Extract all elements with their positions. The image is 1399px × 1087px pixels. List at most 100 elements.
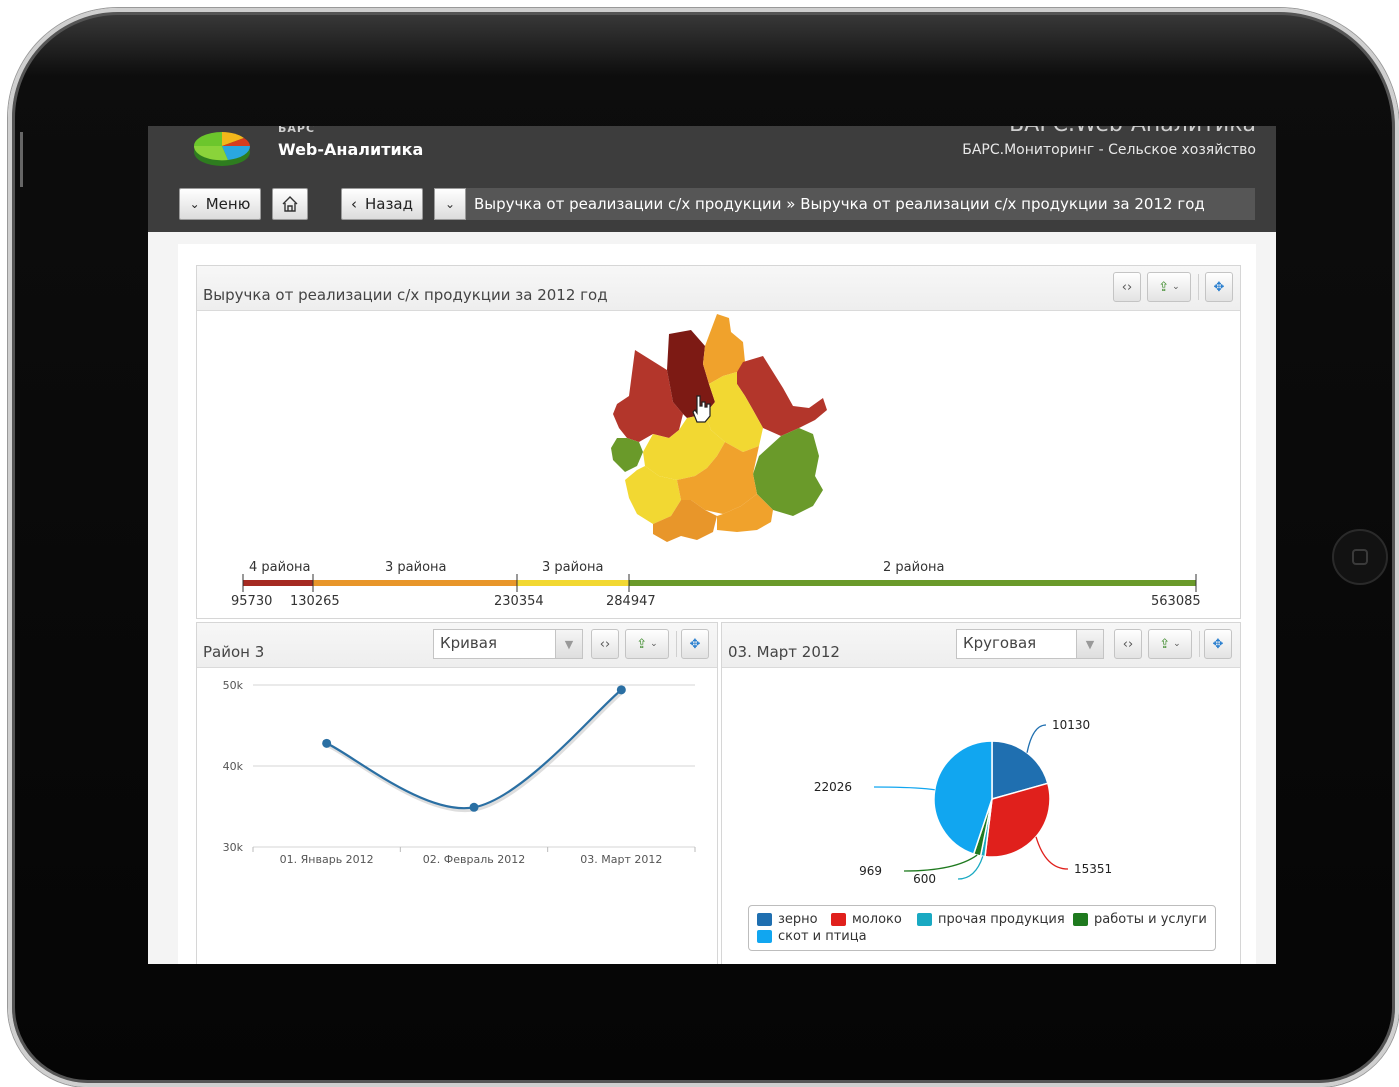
menu-button-label: Меню: [205, 195, 251, 213]
code-brackets-icon: ‹›: [599, 636, 611, 652]
map-panel-title: Выручка от реализации с/х продукции за 2…: [203, 286, 608, 304]
pie-leader-line: [1026, 724, 1047, 753]
app-title: БАРС.Web-Аналитика: [1009, 126, 1256, 137]
brand-name: Web-Аналитика: [278, 140, 424, 159]
move-arrows-icon: ✥: [1212, 636, 1224, 652]
pie-data-label: 600: [913, 872, 936, 886]
map-panel: Выручка от реализации с/х продукции за 2…: [196, 265, 1241, 619]
scale-segment: [517, 580, 629, 586]
dashboard-content: Выручка от реализации с/х продукции за 2…: [178, 244, 1256, 964]
pie-chart: 10130 15351 600 969 22026: [814, 718, 1112, 886]
export-icon: ⇪: [1158, 279, 1170, 295]
legend-swatch: [917, 913, 932, 926]
pie-data-label: 969: [859, 864, 882, 878]
breadcrumb-text[interactable]: Выручка от реализации с/х продукции » Вы…: [474, 195, 1205, 213]
scale-break-label: 130265: [290, 594, 340, 609]
scale-break-label: 563085: [1151, 594, 1201, 609]
export-button[interactable]: ⇪ ⌄: [625, 629, 669, 659]
move-button[interactable]: ✥: [1205, 272, 1233, 302]
divider: [1199, 631, 1200, 657]
legend-swatch: [757, 930, 772, 943]
scale-break-label: 230354: [494, 594, 544, 609]
scale-segment: [243, 580, 313, 586]
pie-panel-title: 03. Март 2012: [728, 643, 840, 661]
chevron-down-icon: ⌄: [1172, 282, 1180, 292]
move-button[interactable]: ✥: [681, 629, 709, 659]
code-brackets-icon: ‹›: [1121, 279, 1133, 295]
chevron-down-icon: ⌄: [650, 639, 658, 649]
chart-type-select[interactable]: Кривая ▼: [433, 629, 583, 659]
chart-type-select[interactable]: Круговая ▼: [956, 629, 1104, 659]
pie-leader-line: [903, 854, 978, 872]
x-tick-label: 03. Март 2012: [580, 853, 662, 866]
divider: [676, 631, 677, 657]
scale-break-label: 95730: [231, 594, 273, 609]
x-tick-label: 02. Февраль 2012: [423, 853, 525, 866]
pie-chart-panel: 03. Март 2012 Круговая ▼ ‹› ⇪ ⌄ ✥ 10130 15…: [721, 622, 1241, 964]
back-button-label: Назад: [364, 195, 413, 213]
x-tick-label: 01. Январь 2012: [280, 853, 374, 866]
move-arrows-icon: ✥: [689, 636, 701, 652]
line-panel-header: Район 3 Кривая ▼ ‹› ⇪ ⌄ ✥: [197, 623, 717, 668]
legend-label: зерно: [778, 912, 818, 927]
chart-type-value: Кривая: [440, 634, 497, 652]
series-line: [326, 689, 623, 810]
legend-item-livestock[interactable]: скот и птица: [757, 929, 867, 944]
home-nav-button[interactable]: [272, 188, 308, 220]
pie-data-label: 15351: [1074, 862, 1112, 876]
dropdown-arrow-icon: ▼: [1076, 630, 1103, 658]
legend-item-grain[interactable]: зерно: [757, 912, 818, 927]
legend-label: скот и птица: [778, 929, 867, 944]
export-icon: ⇪: [1159, 636, 1171, 652]
chevron-down-icon: ⌄: [189, 197, 200, 211]
export-icon: ⇪: [636, 636, 648, 652]
move-button[interactable]: ✥: [1204, 629, 1232, 659]
divider: [1198, 274, 1199, 300]
code-view-button[interactable]: ‹›: [1113, 272, 1141, 302]
series-line-shadow: [326, 690, 624, 813]
line-panel-title: Район 3: [203, 643, 265, 661]
pie-data-label: 22026: [814, 780, 852, 794]
code-view-button[interactable]: ‹›: [591, 629, 619, 659]
legend-swatch: [831, 913, 846, 926]
code-brackets-icon: ‹›: [1122, 636, 1134, 652]
menu-button[interactable]: ⌄ Меню: [179, 188, 261, 220]
legend-swatch: [1073, 913, 1088, 926]
breadcrumb: ⌄ Выручка от реализации с/х продукции » …: [434, 188, 1255, 220]
legend-item-milk[interactable]: молоко: [831, 912, 902, 927]
legend-label: прочая продукция: [938, 912, 1065, 927]
breadcrumb-dropdown-button[interactable]: ⌄: [434, 188, 466, 220]
legend-label: молоко: [852, 912, 902, 927]
legend-swatch: [757, 913, 772, 926]
scale-segment: [629, 580, 1196, 586]
chevron-left-icon: ‹: [350, 195, 357, 213]
y-tick-label: 30k: [223, 841, 244, 854]
legend-item-services[interactable]: работы и услуги: [1073, 912, 1207, 927]
export-button[interactable]: ⇪ ⌄: [1148, 629, 1192, 659]
navigation-bar: ⌄ Меню ‹ Назад ⌄ Выручка от реализации с…: [148, 188, 1276, 220]
data-point: [322, 738, 332, 748]
chevron-down-icon: ⌄: [444, 197, 456, 211]
line-chart: 30k 40k 50k 01. Январь 2012 02. Февраль 2012…: [223, 679, 696, 866]
code-view-button[interactable]: ‹›: [1114, 629, 1142, 659]
export-button[interactable]: ⇪ ⌄: [1147, 272, 1191, 302]
y-tick-label: 50k: [223, 679, 244, 692]
home-button[interactable]: [1332, 529, 1388, 585]
scale-bar: [242, 574, 1197, 592]
pie-data-label: 10130: [1052, 718, 1090, 732]
brand-small: БАРС: [278, 126, 316, 135]
volume-key: [20, 132, 23, 187]
data-point: [616, 685, 626, 695]
data-point: [469, 802, 479, 812]
pie-panel-header: 03. Март 2012 Круговая ▼ ‹› ⇪ ⌄ ✥: [722, 623, 1240, 668]
scale-break-label: 284947: [606, 594, 656, 609]
scale-segment: [313, 580, 517, 586]
top-bar: БАРС Web-Аналитика БАРС.Web-Аналитика БА…: [148, 126, 1276, 232]
legend-item-other[interactable]: прочая продукция: [917, 912, 1065, 927]
pie-leader-line: [1035, 836, 1069, 870]
chart-type-value: Круговая: [963, 634, 1037, 652]
pie-legend: зерно молоко прочая продукция работы и у…: [748, 905, 1216, 951]
back-button[interactable]: ‹ Назад: [341, 188, 423, 220]
line-chart-panel: Район 3 Кривая ▼ ‹› ⇪ ⌄ ✥ 30k 40k 50k 01. Ян…: [196, 622, 718, 964]
house-icon: [282, 196, 298, 212]
